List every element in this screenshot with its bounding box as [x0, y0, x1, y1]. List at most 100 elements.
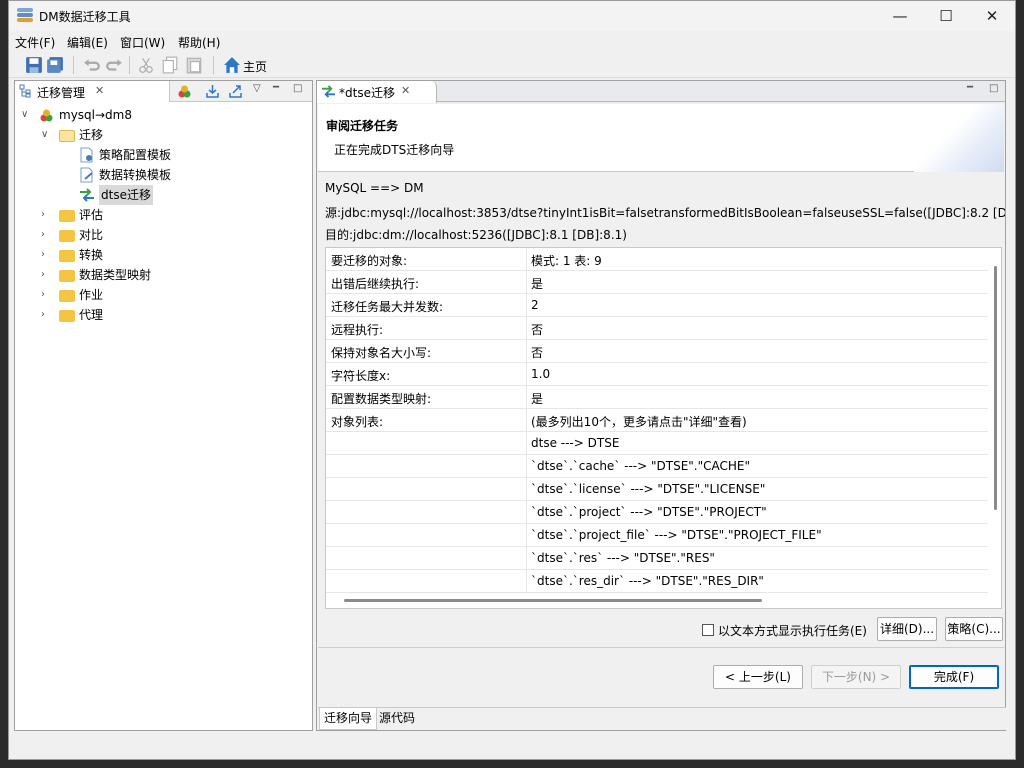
tab-source-code[interactable]: 源代码: [375, 708, 419, 730]
save-icon[interactable]: [25, 56, 43, 74]
tree-node-dtse-migration[interactable]: dtse迁移: [79, 185, 299, 205]
vertical-scrollbar[interactable]: [994, 266, 997, 510]
tree-node-agent[interactable]: › 代理: [41, 305, 301, 325]
app-window: DM数据迁移工具 — ☐ ✕ 文件(F) 编辑(E) 窗口(W) 帮助(H) 主…: [8, 0, 1016, 760]
tree-node-jobs[interactable]: › 作业: [41, 285, 301, 305]
cut-icon[interactable]: [137, 56, 155, 74]
table-row: 字符长度x: 1.0: [326, 363, 988, 386]
collapse-arrow-icon[interactable]: ›: [41, 290, 51, 300]
row-value: (最多列出10个，更多请点击"详细"查看): [531, 415, 747, 429]
save-all-icon[interactable]: [46, 56, 64, 74]
bottom-tab-bar: 迁移向导 源代码: [318, 707, 1006, 730]
collapse-arrow-icon[interactable]: ›: [41, 210, 51, 220]
table-row: 保持对象名大小写: 否: [326, 340, 988, 363]
maximize-view-icon[interactable]: □: [293, 83, 302, 94]
folder-icon: [59, 230, 75, 242]
tab-migration-management[interactable]: 迁移管理 ✕: [15, 81, 170, 102]
tree-node-convert[interactable]: › 转换: [41, 245, 301, 265]
text-mode-checkbox[interactable]: [702, 624, 714, 636]
row-value: `dtse`.`license` ---> "DTSE"."LICENSE": [531, 482, 766, 496]
tab-migration-wizard[interactable]: 迁移向导: [319, 708, 378, 730]
previous-button[interactable]: < 上一步(L): [713, 665, 803, 689]
new-project-icon[interactable]: [177, 84, 192, 99]
import-icon[interactable]: [205, 84, 220, 99]
minimize-editor-icon[interactable]: ━: [967, 82, 973, 93]
strategy-button[interactable]: 策略(C)...: [945, 617, 1003, 641]
detail-button[interactable]: 详细(D)...: [877, 617, 937, 641]
folder-icon: [59, 210, 75, 222]
menu-help[interactable]: 帮助(H): [178, 34, 220, 51]
row-key: 要迁移的对象:: [331, 254, 408, 268]
tree-node-label: 迁移: [79, 128, 104, 142]
row-key: 保持对象名大小写:: [331, 346, 432, 360]
menu-file[interactable]: 文件(F): [15, 34, 55, 51]
menu-edit[interactable]: 编辑(E): [67, 34, 108, 51]
maximize-editor-icon[interactable]: □: [989, 83, 998, 94]
table-row: 迁移任务最大并发数: 2: [326, 294, 988, 317]
row-key: 出错后继续执行:: [331, 277, 420, 291]
table-row: `dtse`.`cache` ---> "DTSE"."CACHE": [326, 455, 988, 478]
undo-icon[interactable]: [83, 56, 101, 74]
tree-node-label: mysql→dm8: [59, 108, 132, 122]
tree-node-transform-template[interactable]: 数据转换模板: [79, 165, 299, 185]
close-button[interactable]: ✕: [969, 1, 1015, 31]
horizontal-scrollbar[interactable]: [344, 599, 762, 602]
wizard-subtitle: 正在完成DTS迁移向导: [334, 143, 455, 157]
source-connection: 源:jdbc:mysql://localhost:3853/dtse?tinyI…: [325, 206, 1005, 220]
tree-node-datatype-mapping[interactable]: › 数据类型映射: [41, 265, 301, 285]
tree-node-label: 策略配置模板: [99, 148, 172, 162]
tree-node-label: 作业: [79, 288, 104, 302]
collapse-arrow-icon[interactable]: ›: [41, 250, 51, 260]
tree-node-label: 代理: [79, 308, 104, 322]
options-row: 以文本方式显示执行任务(E) 详细(D)... 策略(C)...: [317, 616, 1005, 642]
collapse-arrow-icon[interactable]: ›: [41, 270, 51, 280]
minimize-button[interactable]: —: [877, 1, 923, 31]
menu-window[interactable]: 窗口(W): [120, 34, 165, 51]
export-icon[interactable]: [228, 84, 243, 99]
expand-arrow-icon[interactable]: ∨: [21, 110, 31, 120]
tree-node-migration[interactable]: ∨ 迁移: [41, 125, 301, 145]
close-tab-icon[interactable]: ✕: [95, 84, 104, 97]
migration-direction: MySQL ==> DM: [325, 181, 424, 195]
migration-editor: *dtse迁移 ✕ ━ □ 审阅迁移任务 正在完成DTS迁移向导 MySQL =…: [316, 80, 1006, 731]
row-value: `dtse`.`project_file` ---> "DTSE"."PROJE…: [531, 528, 822, 542]
tree-node-project[interactable]: ∨ mysql→dm8: [21, 105, 301, 125]
tree-node-label: 数据转换模板: [99, 168, 172, 182]
copy-icon[interactable]: [161, 56, 179, 74]
close-tab-icon[interactable]: ✕: [401, 84, 410, 97]
tab-dtse-migration[interactable]: *dtse迁移 ✕: [317, 81, 437, 103]
row-value: `dtse`.`project` ---> "DTSE"."PROJECT": [531, 505, 767, 519]
maximize-button[interactable]: ☐: [923, 1, 969, 31]
tree-node-assessment[interactable]: › 评估: [41, 205, 301, 225]
row-value: 是: [531, 277, 544, 291]
menu-bar: 文件(F) 编辑(E) 窗口(W) 帮助(H): [9, 31, 1015, 51]
home-button-label[interactable]: 主页: [243, 58, 267, 75]
finish-button[interactable]: 完成(F): [909, 665, 999, 689]
paste-icon[interactable]: [185, 56, 203, 74]
next-button[interactable]: 下一步(N) >: [811, 665, 901, 689]
collapse-arrow-icon[interactable]: ›: [41, 310, 51, 320]
home-icon[interactable]: [223, 56, 241, 74]
tree-node-strategy-template[interactable]: 策略配置模板: [79, 145, 299, 165]
tree-node-label: 评估: [79, 208, 104, 222]
tree-node-compare[interactable]: › 对比: [41, 225, 301, 245]
migration-management-panel: 迁移管理 ✕ ▽ ━ □ ∨ mysql→dm8 ∨ 迁移 策略配置模板 数据转…: [14, 80, 313, 731]
divider: [318, 647, 1004, 648]
row-value: `dtse`.`cache` ---> "DTSE"."CACHE": [531, 459, 751, 473]
project-icon: [40, 109, 53, 122]
row-value: 否: [531, 323, 544, 337]
template-settings-icon: [80, 147, 93, 163]
minimize-view-icon[interactable]: ━: [273, 82, 279, 93]
row-value: dtse ---> DTSE: [531, 436, 620, 450]
collapse-arrow-icon[interactable]: ›: [41, 230, 51, 240]
summary-table[interactable]: 要迁移的对象: 模式: 1 表: 9 出错后继续执行: 是 迁移任务最大并发数: 2 …: [325, 247, 1002, 609]
wizard-banner: 审阅迁移任务 正在完成DTS迁移向导: [318, 104, 1004, 172]
redo-icon[interactable]: [105, 56, 123, 74]
text-mode-label[interactable]: 以文本方式显示执行任务(E): [718, 622, 867, 639]
folder-icon: [59, 310, 75, 322]
tab-migration-management-label: 迁移管理: [37, 86, 86, 100]
row-value: `dtse`.`res_dir` ---> "DTSE"."RES_DIR": [531, 574, 764, 588]
view-menu-icon[interactable]: ▽: [253, 83, 261, 94]
expand-arrow-icon[interactable]: ∨: [41, 130, 51, 140]
tree-node-label: 数据类型映射: [79, 268, 152, 282]
